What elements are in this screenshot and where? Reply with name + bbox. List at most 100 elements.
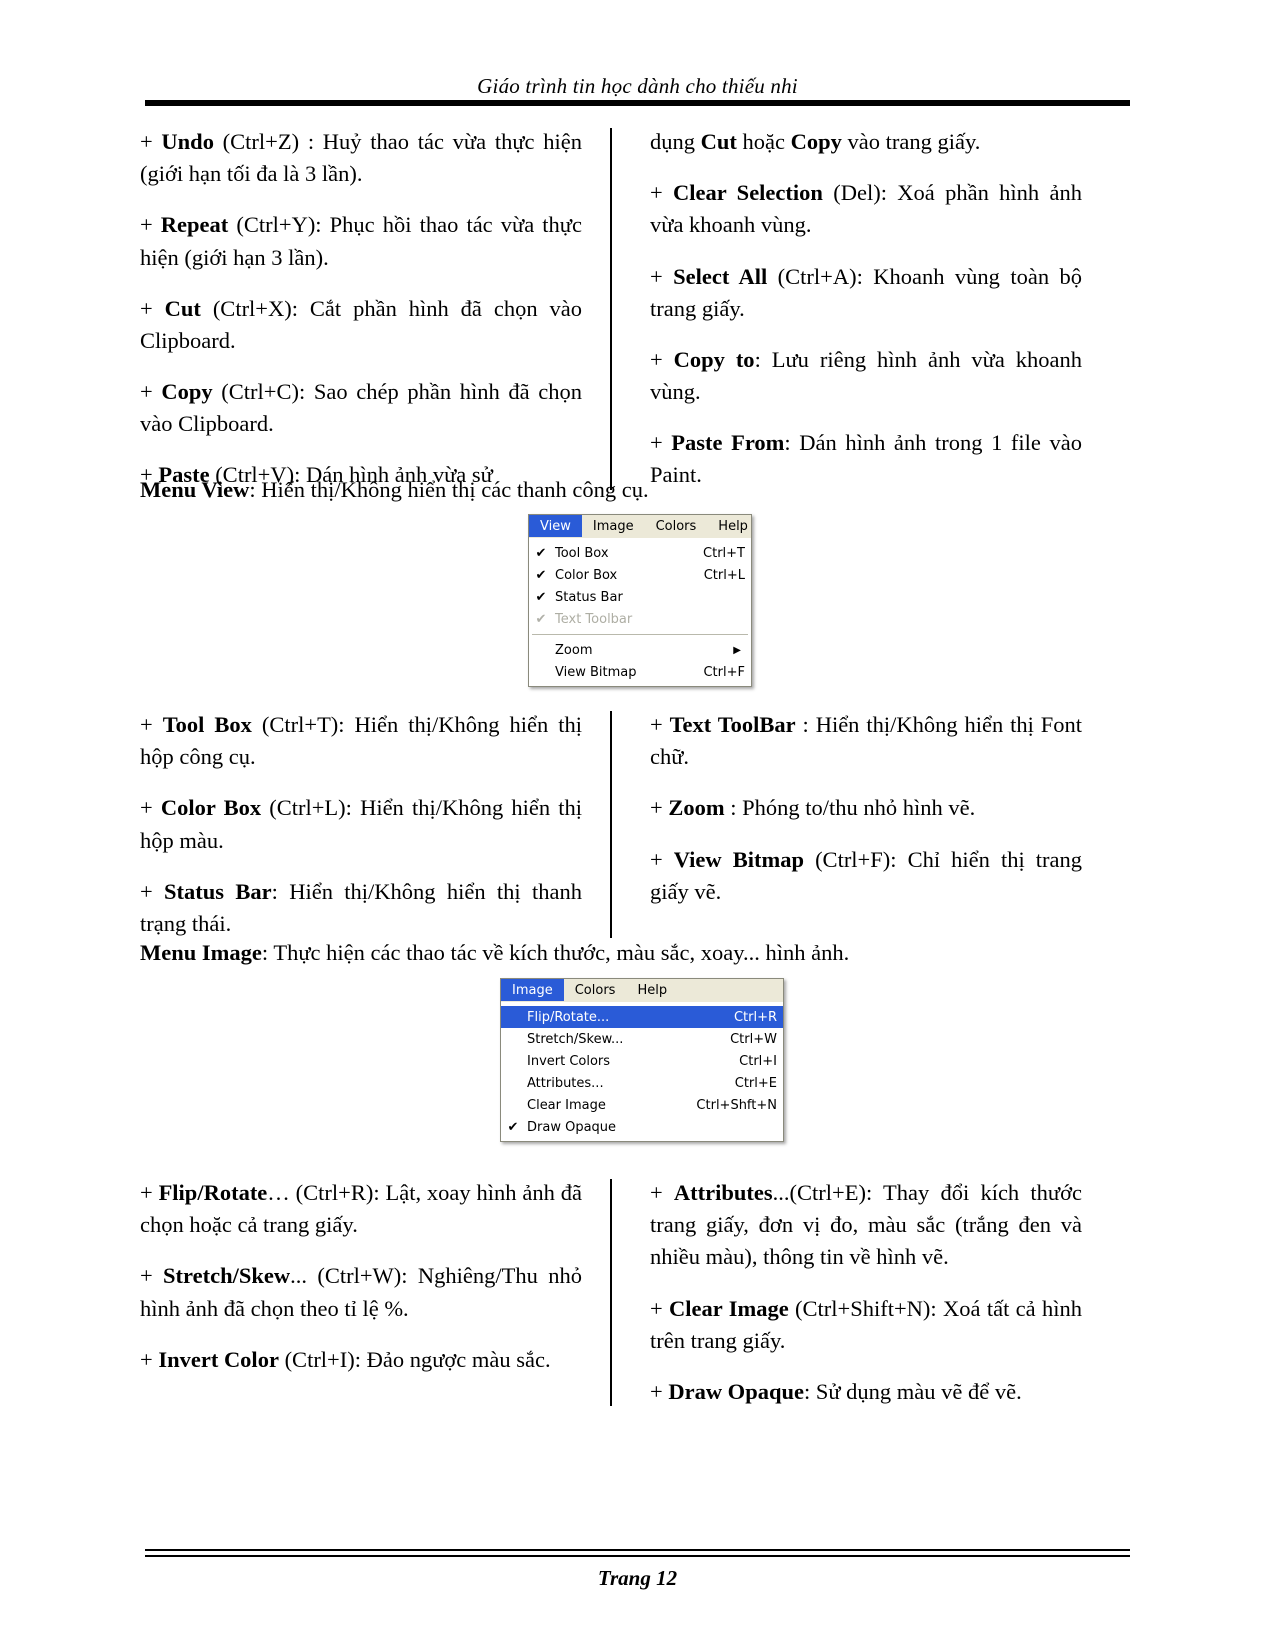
menu-item-accelerator: Ctrl+T (703, 545, 745, 561)
menu-item-label: Draw Opaque (527, 1119, 617, 1135)
menu-item-view-bitmap[interactable]: View Bitmap Ctrl+F (529, 661, 751, 683)
paragraph-status-bar: + Status Bar: Hiển thị/Không hiển thị th… (140, 878, 582, 936)
menu-item-label: View Bitmap (555, 664, 637, 680)
menu-item-accelerator: Ctrl+W (730, 1031, 777, 1047)
image-menu-list: Flip/Rotate... Ctrl+R Stretch/Skew... Ct… (501, 1002, 783, 1141)
view-menu-description-columns: + Tool Box (Ctrl+T): Hiển thị/Không hiển… (140, 709, 1140, 940)
menu-item-label: Zoom (555, 642, 593, 658)
checkmark-icon: ✔ (507, 1119, 519, 1135)
paragraph-select-all: + Select All (Ctrl+A): Khoanh vùng toàn … (650, 263, 1082, 321)
menu-item-label: Clear Image (527, 1097, 606, 1113)
paragraph-attributes: + Attributes...(Ctrl+E): Thay đổi kích t… (650, 1180, 1082, 1270)
term-color-box: Color Box (160, 795, 262, 821)
menu-item-label: Text Toolbar (555, 611, 633, 627)
term-stretch-skew: Stretch/Skew (163, 1263, 291, 1289)
menu-item-invert-colors[interactable]: Invert Colors Ctrl+I (501, 1050, 783, 1072)
image-column-right: + Attributes...(Ctrl+E): Thay đổi kích t… (612, 1177, 1082, 1408)
footer-rule (145, 1549, 1130, 1557)
term-view-bitmap: View Bitmap (673, 846, 804, 872)
menu-item-status-bar[interactable]: ✔ Status Bar (529, 586, 751, 608)
term-invert-color: Invert Color (158, 1346, 279, 1372)
header-title: Giáo trình tin học dành cho thiếu nhi (477, 74, 798, 98)
view-menubar: View Image Colors Help (529, 515, 751, 538)
chevron-right-icon: ▶ (733, 644, 741, 656)
menu-item-label: Stretch/Skew... (527, 1031, 624, 1047)
menu-view-intro: Menu View: Hiển thị/Không hiển thị các t… (140, 474, 1140, 506)
term-text-toolbar: Text ToolBar (669, 712, 796, 737)
menu-item-label: Color Box (555, 567, 618, 583)
term-clear-selection: Clear Selection (673, 180, 823, 206)
view-menu-screenshot: View Image Colors Help ✔ Tool Box Ctrl+T… (528, 514, 752, 687)
image-menubar: Image Colors Help (501, 979, 783, 1002)
paragraph-flip-rotate: + Flip/Rotate… (Ctrl+R): Lật, xoay hình … (140, 1180, 582, 1238)
edit-column-right: dụng Cut hoặc Copy vào trang giấy. + Cle… (612, 126, 1082, 492)
term-cut: Cut (164, 295, 201, 321)
paragraph-text-toolbar: + Text ToolBar : Hiển thị/Không hiển thị… (650, 712, 1082, 770)
edit-column-left: + Undo (Ctrl+Z) : Huỷ thao tác vừa thực … (140, 126, 610, 492)
header-rule (145, 100, 1130, 106)
checkmark-icon: ✔ (535, 589, 547, 605)
paragraph-color-box: + Color Box (Ctrl+L): Hiển thị/Không hiể… (140, 795, 582, 853)
page-header: Giáo trình tin học dành cho thiếu nhi (145, 74, 1130, 99)
desc-cut: (Ctrl+X): Cắt phần hình đã chọn vào Clip… (140, 295, 582, 353)
menu-item-attributes[interactable]: Attributes... Ctrl+E (501, 1072, 783, 1094)
term-paste-from: Paste From (671, 430, 785, 456)
paragraph-copy: + Copy (Ctrl+C): Sao chép phần hình đã c… (140, 379, 582, 437)
paragraph-draw-opaque: + Draw Opaque: Sử dụng màu vẽ để vẽ. (650, 1378, 1022, 1404)
checkmark-icon: ✔ (535, 545, 547, 561)
menubar-item-image[interactable]: Image (501, 979, 564, 1001)
term-clear-image: Clear Image (669, 1295, 789, 1321)
menu-image-intro-text: : Thực hiện các thao tác về kích thước, … (261, 940, 850, 965)
menu-item-tool-box[interactable]: ✔ Tool Box Ctrl+T (529, 542, 751, 564)
menu-item-color-box[interactable]: ✔ Color Box Ctrl+L (529, 564, 751, 586)
paragraph-paste-continued: dụng Cut hoặc Copy vào trang giấy. (650, 129, 981, 154)
paragraph-undo: + Undo (Ctrl+Z) : Huỷ thao tác vừa thực … (140, 129, 582, 187)
image-menu-screenshot: Image Colors Help Flip/Rotate... Ctrl+R … (500, 978, 784, 1142)
term-copy-to: Copy to (673, 346, 755, 372)
menubar-item-view[interactable]: View (529, 515, 582, 537)
menu-separator (532, 634, 748, 635)
menubar-item-colors[interactable]: Colors (564, 979, 627, 1001)
menu-image-label: Menu Image (140, 940, 262, 965)
checkmark-icon: ✔ (535, 611, 547, 627)
menubar-item-help[interactable]: Help (626, 979, 678, 1001)
menu-item-label: Flip/Rotate... (527, 1009, 610, 1025)
term-copy: Copy (161, 379, 213, 405)
desc-zoom: : Phóng to/thu nhỏ hình vẽ. (724, 795, 976, 821)
menu-item-accelerator: Ctrl+E (734, 1075, 777, 1091)
menu-item-accelerator: Ctrl+R (733, 1009, 777, 1025)
term-repeat: Repeat (160, 212, 229, 238)
term-attributes: Attributes (673, 1180, 773, 1205)
menu-item-clear-image[interactable]: Clear Image Ctrl+Shft+N (501, 1094, 783, 1116)
menubar-item-colors[interactable]: Colors (645, 515, 708, 537)
menu-view-label: Menu View (140, 477, 250, 502)
edit-menu-description-columns: + Undo (Ctrl+Z) : Huỷ thao tác vừa thực … (140, 126, 1140, 492)
paragraph-stretch-skew: + Stretch/Skew... (Ctrl+W): Nghiêng/Thu … (140, 1263, 582, 1321)
paragraph-repeat: + Repeat (Ctrl+Y): Phục hồi thao tác vừa… (140, 212, 582, 270)
paragraph-tool-box: + Tool Box (Ctrl+T): Hiển thị/Không hiển… (140, 712, 582, 770)
term-draw-opaque: Draw Opaque (668, 1378, 804, 1404)
term-zoom: Zoom (668, 795, 725, 821)
image-menu-description-columns: + Flip/Rotate… (Ctrl+R): Lật, xoay hình … (140, 1177, 1140, 1408)
menu-item-draw-opaque[interactable]: ✔ Draw Opaque (501, 1116, 783, 1138)
term-undo: Undo (161, 129, 214, 154)
menu-item-stretch-skew[interactable]: Stretch/Skew... Ctrl+W (501, 1028, 783, 1050)
menu-item-label: Tool Box (555, 545, 609, 561)
menu-item-accelerator: Ctrl+I (739, 1053, 777, 1069)
checkmark-icon: ✔ (535, 567, 547, 583)
menu-item-accelerator: Ctrl+L (703, 567, 745, 583)
menu-item-accelerator: Ctrl+Shft+N (696, 1097, 777, 1113)
view-column-right: + Text ToolBar : Hiển thị/Không hiển thị… (612, 709, 1082, 940)
footer-page-number: Trang 12 (597, 1566, 678, 1590)
menu-item-flip-rotate[interactable]: Flip/Rotate... Ctrl+R (501, 1006, 783, 1028)
paragraph-clear-selection: + Clear Selection (Del): Xoá phần hình ả… (650, 180, 1082, 238)
menu-item-zoom[interactable]: Zoom ▶ (529, 639, 751, 661)
menu-item-label: Invert Colors (527, 1053, 611, 1069)
menubar-item-help[interactable]: Help (707, 515, 759, 537)
image-column-left: + Flip/Rotate… (Ctrl+R): Lật, xoay hình … (140, 1177, 610, 1408)
menubar-item-image[interactable]: Image (582, 515, 645, 537)
view-column-left: + Tool Box (Ctrl+T): Hiển thị/Không hiển… (140, 709, 610, 940)
paragraph-cut: + Cut (Ctrl+X): Cắt phần hình đã chọn và… (140, 295, 582, 353)
desc-draw-opaque: : Sử dụng màu vẽ để vẽ. (803, 1378, 1022, 1404)
view-menu-list: ✔ Tool Box Ctrl+T ✔ Color Box Ctrl+L ✔ S… (529, 538, 751, 686)
